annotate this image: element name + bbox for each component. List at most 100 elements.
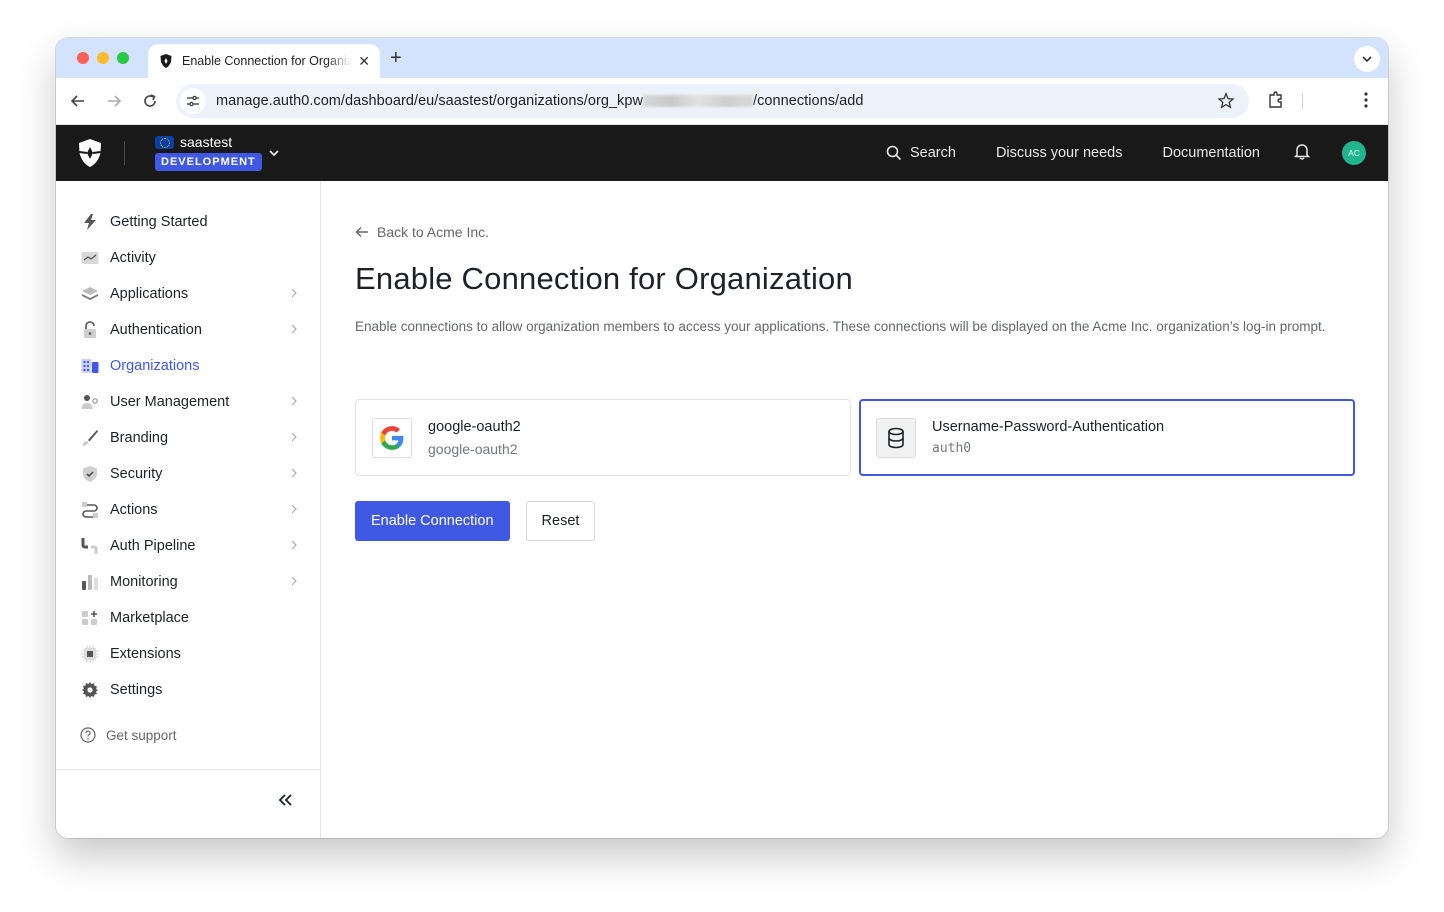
users-icon — [80, 392, 100, 412]
connection-card-google-oauth2[interactable]: google-oauth2 google-oauth2 — [355, 399, 851, 476]
arrow-right-icon — [108, 95, 122, 107]
sidebar-item-organizations[interactable]: Organizations — [80, 348, 298, 384]
grid-plus-icon — [80, 608, 100, 628]
sidebar: Getting Started Activity Applications Au… — [56, 181, 321, 838]
chevron-right-icon — [291, 396, 297, 406]
auth0-logo-icon[interactable] — [76, 138, 104, 168]
address-bar[interactable]: manage.auth0.com/dashboard/eu/saastest/o… — [176, 84, 1249, 118]
minimize-window-button[interactable] — [97, 52, 109, 64]
sidebar-item-extensions[interactable]: Extensions — [80, 636, 298, 672]
chevron-right-icon — [291, 324, 297, 334]
sidebar-item-label: Getting Started — [110, 214, 208, 230]
sidebar-item-label: Organizations — [110, 358, 200, 374]
chevron-right-icon — [291, 432, 297, 442]
sidebar-item-label: Actions — [110, 502, 158, 518]
chevron-right-icon — [291, 576, 297, 586]
reset-button[interactable]: Reset — [525, 501, 596, 541]
form-actions: Enable Connection Reset — [355, 501, 596, 541]
tab-close-icon[interactable]: ✕ — [358, 53, 370, 70]
sidebar-item-security[interactable]: Security — [80, 456, 298, 492]
back-link-label: Back to Acme Inc. — [377, 224, 490, 240]
extensions-puzzle-icon[interactable] — [1266, 90, 1286, 115]
forward-button[interactable] — [103, 90, 125, 112]
sidebar-item-label: User Management — [110, 394, 230, 410]
sidebar-item-marketplace[interactable]: Marketplace — [80, 600, 298, 636]
url-suffix: /connections/add — [753, 93, 864, 109]
chevron-right-icon — [291, 504, 297, 514]
url-prefix: manage.auth0.com/dashboard/eu/saastest/o… — [216, 93, 643, 109]
sidebar-item-actions[interactable]: Actions — [80, 492, 298, 528]
maximize-window-button[interactable] — [117, 52, 129, 64]
chevron-right-icon — [291, 288, 297, 298]
chevron-down-icon — [1362, 56, 1372, 63]
desktop: Enable Connection for Organization ✕ + m… — [0, 0, 1444, 912]
app-header: saastest DEVELOPMENT Search Discuss your… — [56, 125, 1388, 181]
browser-menu-kebab-icon[interactable] — [1358, 90, 1374, 115]
search-icon — [886, 145, 902, 161]
chevron-right-icon — [291, 468, 297, 478]
toolbar-divider — [1302, 93, 1303, 109]
sidebar-item-label: Branding — [110, 430, 169, 446]
bar-chart-icon — [80, 572, 100, 592]
arrow-left-icon — [70, 95, 84, 107]
tab-search-button[interactable] — [1354, 46, 1380, 72]
connection-card-username-password[interactable]: Username-Password-Authentication auth0 — [859, 399, 1355, 476]
documentation-link[interactable]: Documentation — [1162, 145, 1260, 161]
close-window-button[interactable] — [77, 52, 89, 64]
new-tab-button[interactable]: + — [390, 47, 402, 70]
sidebar-item-label: Security — [110, 466, 163, 482]
chevron-right-icon — [291, 540, 297, 550]
get-support-link[interactable]: Get support — [80, 727, 177, 743]
user-avatar[interactable]: AC — [1342, 141, 1366, 165]
collapse-sidebar-icon[interactable] — [277, 793, 293, 807]
page-title: Enable Connection for Organization — [355, 261, 853, 296]
sidebar-item-auth-pipeline[interactable]: Auth Pipeline — [80, 528, 298, 564]
sidebar-item-branding[interactable]: Branding — [80, 420, 298, 456]
arrow-left-icon — [355, 227, 368, 237]
url-text: manage.auth0.com/dashboard/eu/saastest/o… — [216, 93, 863, 109]
site-info-icon[interactable] — [180, 88, 206, 114]
building-icon — [80, 356, 100, 376]
shield-check-icon — [80, 464, 100, 484]
sidebar-item-applications[interactable]: Applications — [80, 276, 298, 312]
chevron-down-icon[interactable] — [268, 147, 280, 159]
tenant-name: saastest — [180, 134, 233, 150]
reload-icon — [144, 94, 156, 107]
sidebar-item-label: Settings — [110, 682, 163, 698]
google-icon — [372, 417, 412, 458]
get-support-label: Get support — [106, 727, 177, 743]
header-search-button[interactable]: Search — [886, 145, 956, 161]
tab-title: Enable Connection for Organization — [182, 54, 352, 68]
back-to-organization-link[interactable]: Back to Acme Inc. — [355, 224, 489, 240]
sidebar-item-getting-started[interactable]: Getting Started — [80, 204, 298, 240]
lightning-icon — [80, 212, 100, 232]
environment-badge: DEVELOPMENT — [155, 153, 262, 171]
gear-icon — [80, 680, 100, 700]
search-label: Search — [909, 145, 956, 161]
sidebar-item-authentication[interactable]: Authentication — [80, 312, 298, 348]
sidebar-item-label: Extensions — [110, 646, 181, 662]
discuss-needs-link[interactable]: Discuss your needs — [996, 145, 1123, 161]
flow-icon — [80, 500, 100, 520]
eu-flag-icon — [155, 135, 174, 149]
enable-connection-button[interactable]: Enable Connection — [355, 501, 510, 541]
sidebar-item-label: Monitoring — [110, 574, 178, 590]
header-divider — [124, 141, 125, 165]
sidebar-item-settings[interactable]: Settings — [80, 672, 298, 708]
sidebar-item-user-management[interactable]: User Management — [80, 384, 298, 420]
reload-button[interactable] — [139, 90, 161, 112]
pipeline-icon — [80, 536, 100, 556]
activity-chart-icon — [80, 248, 100, 268]
sidebar-item-monitoring[interactable]: Monitoring — [80, 564, 298, 600]
bookmark-star-icon[interactable] — [1217, 92, 1235, 115]
tenant-switcher[interactable]: saastest DEVELOPMENT — [155, 134, 262, 171]
sidebar-item-activity[interactable]: Activity — [80, 240, 298, 276]
lock-icon — [80, 320, 100, 340]
database-icon — [876, 417, 916, 458]
browser-tab-active[interactable]: Enable Connection for Organization ✕ — [148, 44, 380, 78]
brush-icon — [80, 428, 100, 448]
back-button[interactable] — [67, 90, 89, 112]
help-circle-icon — [80, 727, 96, 743]
browser-window: Enable Connection for Organization ✕ + m… — [56, 38, 1388, 838]
bell-icon[interactable] — [1293, 142, 1311, 165]
